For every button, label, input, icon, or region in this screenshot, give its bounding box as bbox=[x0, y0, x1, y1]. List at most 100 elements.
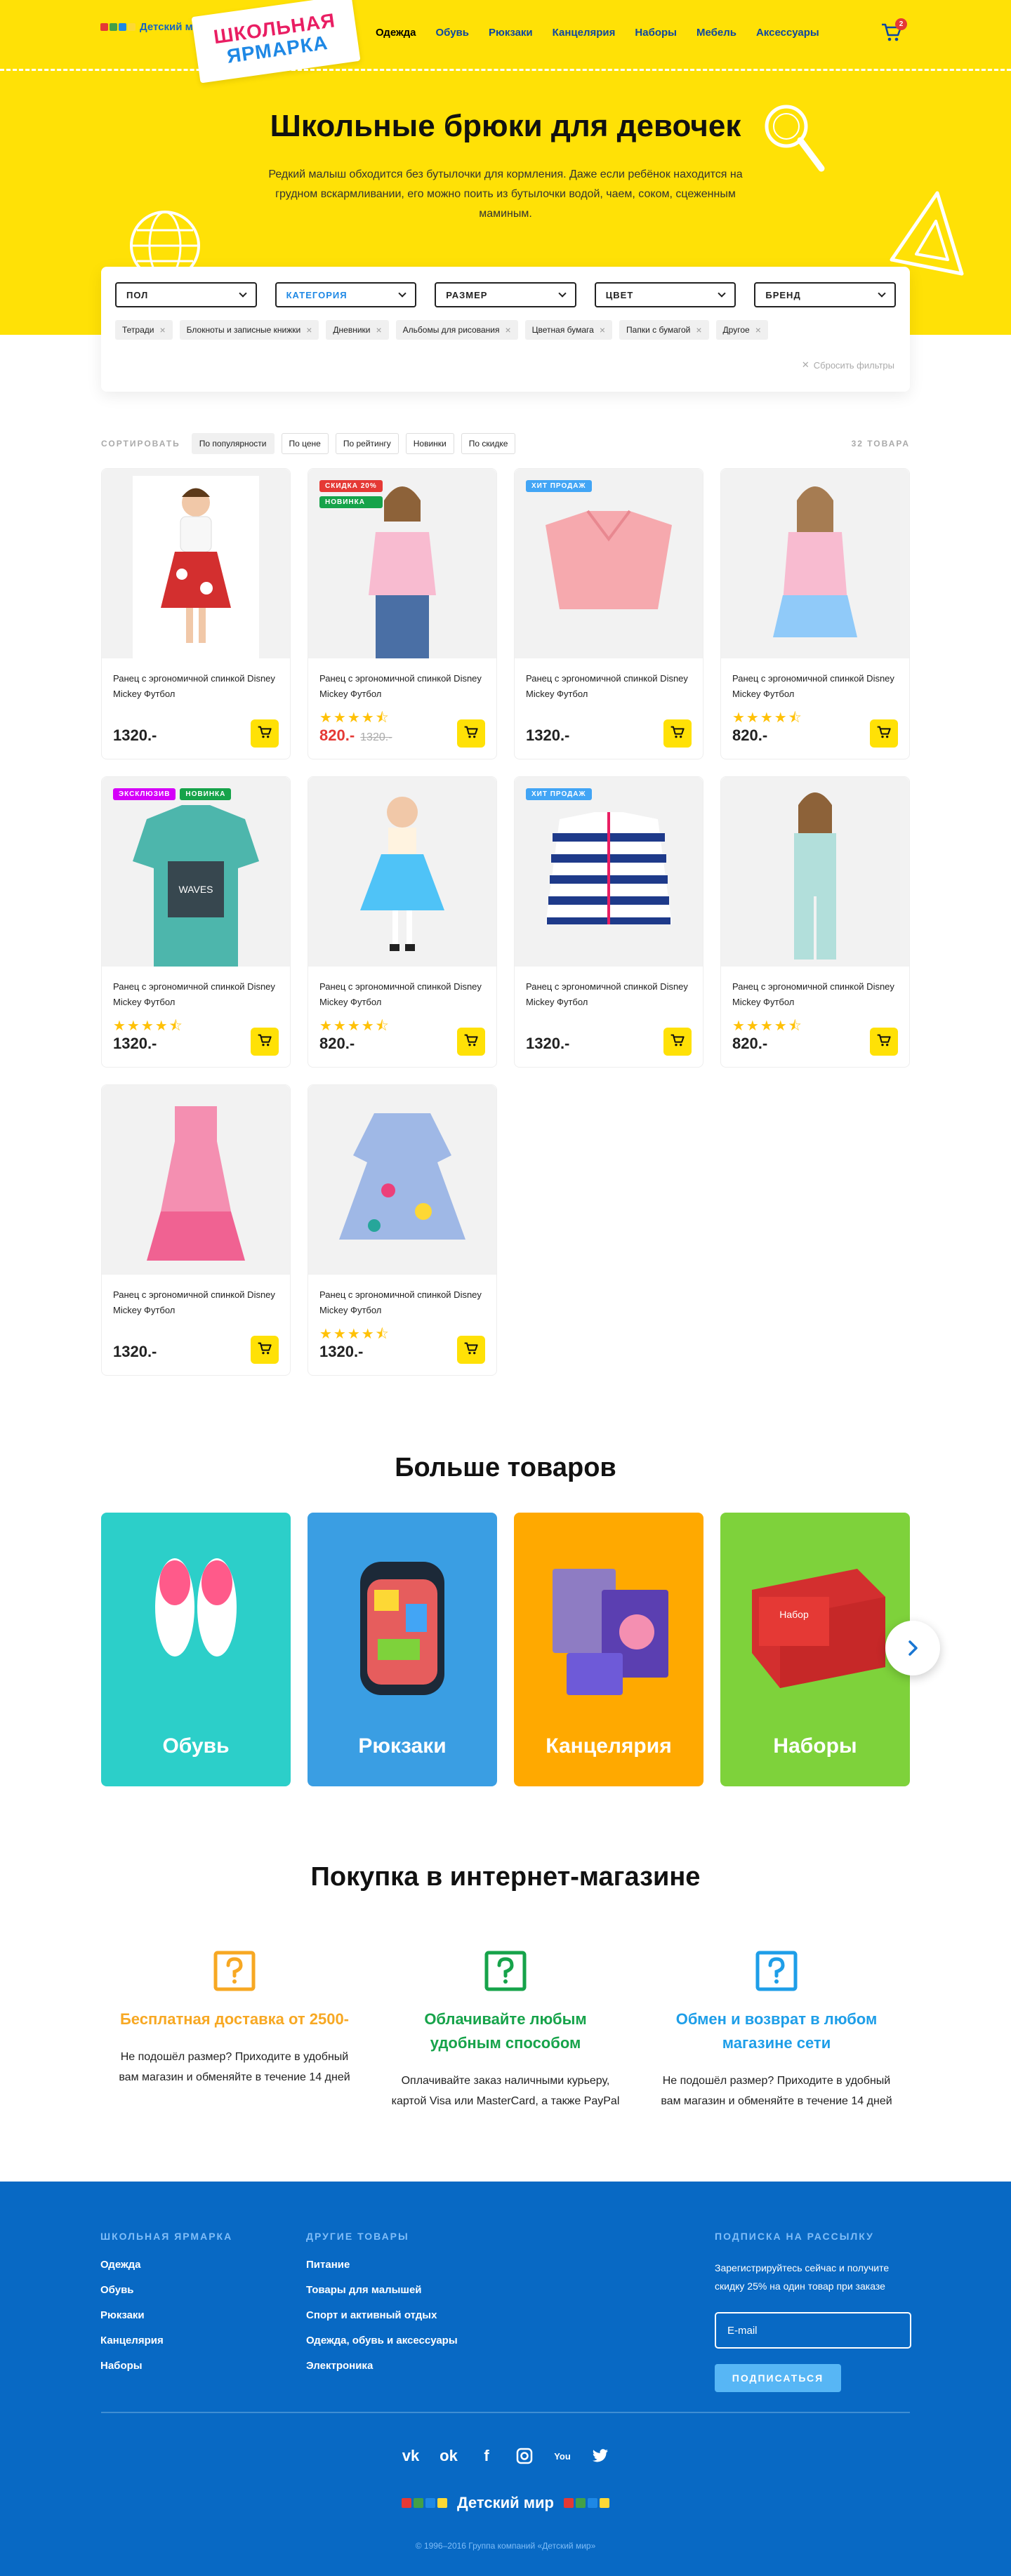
filter-tag[interactable]: Цветная бумага × bbox=[524, 320, 613, 340]
subscribe-button[interactable]: ПОДПИСАТЬСЯ bbox=[715, 2364, 841, 2392]
add-to-cart-button[interactable] bbox=[457, 1336, 485, 1364]
facebook-icon[interactable]: f bbox=[475, 2445, 498, 2467]
footer-logo[interactable]: Детский мир bbox=[0, 2494, 1011, 2512]
filter-gender-select[interactable]: ПОЛ bbox=[115, 282, 257, 307]
footer-link[interactable]: Одежда bbox=[100, 2259, 232, 2271]
footer-link[interactable]: Питание bbox=[306, 2259, 458, 2271]
nav-item-accessories[interactable]: Аксессуары bbox=[756, 27, 819, 39]
product-card[interactable]: СКИДКА 20% НОВИНКА Ранец с эргономичной с… bbox=[308, 468, 497, 759]
nav-item-stationery[interactable]: Канцелярия bbox=[553, 27, 616, 39]
add-to-cart-button[interactable] bbox=[251, 1028, 279, 1056]
sort-popularity-button[interactable]: По популярности bbox=[191, 433, 275, 454]
filter-tag[interactable]: Другое × bbox=[715, 320, 768, 340]
product-card[interactable]: Ранец с эргономичной спинкой Disney Mick… bbox=[308, 776, 497, 1068]
category-card[interactable]: Обувь bbox=[101, 1513, 291, 1786]
filter-selects: ПОЛ КАТЕГОРИЯ РАЗМЕР ЦВЕТ БРЕНД bbox=[115, 282, 896, 307]
filter-tag[interactable]: Блокноты и записные книжки × bbox=[179, 320, 319, 340]
add-to-cart-button[interactable] bbox=[870, 1028, 898, 1056]
product-card[interactable]: Ранец с эргономичной спинкой Disney Mick… bbox=[720, 776, 910, 1068]
footer-link[interactable]: Наборы bbox=[100, 2360, 232, 2372]
product-card[interactable]: Ранец с эргономичной спинкой Disney Mick… bbox=[720, 468, 910, 759]
product-image[interactable]: ЭКСКЛЮЗИВ НОВИНКА WAVES bbox=[102, 777, 290, 967]
filter-tag[interactable]: Альбомы для рисования × bbox=[395, 320, 518, 340]
nav-item-sets[interactable]: Наборы bbox=[635, 27, 677, 39]
product-image[interactable] bbox=[102, 1085, 290, 1275]
close-icon[interactable]: × bbox=[159, 324, 165, 336]
category-card[interactable]: Набор Наборы bbox=[720, 1513, 910, 1786]
footer-link[interactable]: Электроника bbox=[306, 2360, 458, 2372]
nav-item-shoes[interactable]: Обувь bbox=[435, 27, 469, 39]
filter-brand-select[interactable]: БРЕНД bbox=[754, 282, 896, 307]
add-to-cart-button[interactable] bbox=[251, 719, 279, 748]
footer-link[interactable]: Обувь bbox=[100, 2284, 232, 2296]
instagram-icon[interactable] bbox=[513, 2445, 536, 2467]
nav-item-backpacks[interactable]: Рюкзаки bbox=[489, 27, 533, 39]
sort-price-button[interactable]: По цене bbox=[281, 433, 329, 454]
reset-filters-button[interactable]: ✕ Сбросить фильтры bbox=[802, 359, 894, 371]
product-image[interactable] bbox=[102, 469, 290, 658]
footer-link[interactable]: Рюкзаки bbox=[100, 2309, 232, 2321]
close-icon[interactable]: × bbox=[696, 324, 701, 336]
product-image[interactable]: ХИТ ПРОДАЖ bbox=[515, 777, 703, 967]
close-icon[interactable]: × bbox=[755, 324, 761, 336]
add-to-cart-button[interactable] bbox=[457, 719, 485, 748]
product-name[interactable]: Ранец с эргономичной спинкой Disney Mick… bbox=[308, 967, 496, 1016]
sort-discount-button[interactable]: По скидке bbox=[461, 433, 516, 454]
cart-icon bbox=[258, 1341, 272, 1359]
product-name[interactable]: Ранец с эргономичной спинкой Disney Mick… bbox=[515, 967, 703, 1016]
close-icon[interactable]: × bbox=[306, 324, 312, 336]
sort-new-button[interactable]: Новинки bbox=[405, 433, 454, 454]
product-card[interactable]: ХИТ ПРОДАЖ Ранец с эргономичной спинкой … bbox=[514, 468, 703, 759]
sort-rating-button[interactable]: По рейтингу bbox=[335, 433, 399, 454]
brand-logo[interactable]: Детский мир bbox=[100, 21, 206, 33]
vk-icon[interactable]: vk bbox=[399, 2445, 422, 2467]
product-image[interactable]: ХИТ ПРОДАЖ bbox=[515, 469, 703, 658]
filter-size-select[interactable]: РАЗМЕР bbox=[435, 282, 576, 307]
category-card[interactable]: Канцелярия bbox=[514, 1513, 703, 1786]
nav-item-furniture[interactable]: Мебель bbox=[696, 27, 736, 39]
product-image[interactable] bbox=[308, 1085, 496, 1275]
product-card[interactable]: Ранец с эргономичной спинкой Disney Mick… bbox=[101, 468, 291, 759]
footer-link[interactable]: Спорт и активный отдых bbox=[306, 2309, 458, 2321]
filter-category-select[interactable]: КАТЕГОРИЯ bbox=[275, 282, 417, 307]
youtube-icon[interactable]: You bbox=[551, 2445, 574, 2467]
product-name[interactable]: Ранец с эргономичной спинкой Disney Mick… bbox=[102, 967, 290, 1016]
product-name[interactable]: Ранец с эргономичной спинкой Disney Mick… bbox=[515, 658, 703, 708]
product-image[interactable]: СКИДКА 20% НОВИНКА bbox=[308, 469, 496, 658]
close-icon[interactable]: × bbox=[505, 324, 510, 336]
close-icon[interactable]: × bbox=[376, 324, 381, 336]
filter-tag[interactable]: Папки с бумагой × bbox=[619, 320, 709, 340]
product-name[interactable]: Ранец с эргономичной спинкой Disney Mick… bbox=[102, 658, 290, 708]
twitter-icon[interactable] bbox=[589, 2445, 612, 2467]
filter-color-select[interactable]: ЦВЕТ bbox=[594, 282, 736, 307]
add-to-cart-button[interactable] bbox=[663, 1028, 692, 1056]
close-icon[interactable]: × bbox=[600, 324, 605, 336]
filter-tag[interactable]: Тетради × bbox=[115, 320, 173, 340]
product-image[interactable] bbox=[721, 469, 909, 658]
product-card[interactable]: Ранец с эргономичной спинкой Disney Mick… bbox=[308, 1084, 497, 1376]
product-card[interactable]: ХИТ ПРОДАЖ Ранец с эргономичной спинкой … bbox=[514, 776, 703, 1068]
odnoklassniki-icon[interactable]: ok bbox=[437, 2445, 460, 2467]
add-to-cart-button[interactable] bbox=[870, 719, 898, 748]
product-name[interactable]: Ранец с эргономичной спинкой Disney Mick… bbox=[721, 658, 909, 708]
product-name[interactable]: Ранец с эргономичной спинкой Disney Mick… bbox=[102, 1275, 290, 1324]
product-name[interactable]: Ранец с эргономичной спинкой Disney Mick… bbox=[308, 658, 496, 708]
filter-tag[interactable]: Дневники × bbox=[326, 320, 389, 340]
email-field[interactable]: E-mail bbox=[715, 2312, 911, 2349]
product-card[interactable]: Ранец с эргономичной спинкой Disney Mick… bbox=[101, 1084, 291, 1376]
product-name[interactable]: Ранец с эргономичной спинкой Disney Mick… bbox=[721, 967, 909, 1016]
carousel-next-button[interactable] bbox=[885, 1621, 940, 1675]
nav-item-clothes[interactable]: Одежда bbox=[376, 27, 416, 39]
add-to-cart-button[interactable] bbox=[251, 1336, 279, 1364]
footer-link[interactable]: Одежда, обувь и аксессуары bbox=[306, 2335, 458, 2346]
footer-link[interactable]: Канцелярия bbox=[100, 2335, 232, 2346]
add-to-cart-button[interactable] bbox=[457, 1028, 485, 1056]
category-card[interactable]: Рюкзаки bbox=[308, 1513, 497, 1786]
product-name[interactable]: Ранец с эргономичной спинкой Disney Mick… bbox=[308, 1275, 496, 1324]
product-image[interactable] bbox=[308, 777, 496, 967]
cart-button[interactable]: 2 bbox=[881, 18, 907, 44]
add-to-cart-button[interactable] bbox=[663, 719, 692, 748]
product-card[interactable]: ЭКСКЛЮЗИВ НОВИНКА WAVES Ранец с эргономичн… bbox=[101, 776, 291, 1068]
footer-link[interactable]: Товары для малышей bbox=[306, 2284, 458, 2296]
product-image[interactable] bbox=[721, 777, 909, 967]
